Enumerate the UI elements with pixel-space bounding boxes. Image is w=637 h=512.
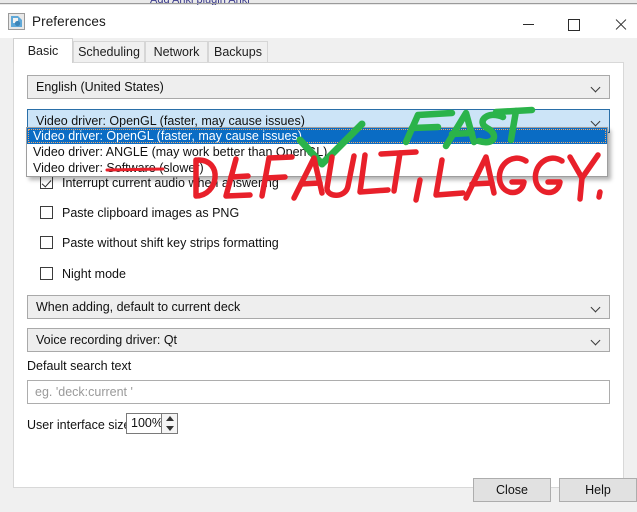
minimize-icon	[522, 24, 534, 25]
user-interface-size-spinbox[interactable]: 100%	[126, 413, 178, 434]
default-deck-combobox-value: When adding, default to current deck	[36, 300, 241, 314]
spinbox-buttons[interactable]	[161, 414, 177, 433]
spin-up-icon[interactable]	[162, 414, 177, 423]
tab-scheduling[interactable]: Scheduling	[73, 41, 145, 62]
close-button[interactable]: Close	[473, 478, 551, 502]
checkbox-night-mode[interactable]	[40, 267, 53, 280]
voice-recording-combobox-value: Voice recording driver: Qt	[36, 333, 178, 347]
language-combobox[interactable]: English (United States)	[27, 75, 610, 99]
title-bar: Preferences	[0, 5, 637, 38]
user-interface-size-label: User interface size	[27, 418, 131, 432]
tab-basic[interactable]: Basic	[13, 38, 73, 63]
chevron-down-icon	[592, 84, 600, 92]
tab-strip: Basic Scheduling Network Backups	[0, 38, 637, 63]
chevron-down-icon	[592, 118, 600, 126]
maximize-icon	[568, 18, 580, 31]
chevron-down-icon	[592, 337, 600, 345]
dropdown-option-angle[interactable]: Video driver: ANGLE (may work better tha…	[27, 144, 607, 160]
checkbox-label-paste-strips-formatting: Paste without shift key strips formattin…	[62, 236, 279, 250]
checkbox-interrupt-audio[interactable]	[40, 176, 53, 189]
preferences-window: Add Anki plugin Anki Preferences Basic S…	[0, 0, 637, 512]
minimize-button[interactable]	[505, 10, 551, 39]
default-search-text-input[interactable]	[27, 380, 610, 404]
video-driver-dropdown-popup[interactable]: Video driver: OpenGL (faster, may cause …	[26, 127, 608, 177]
dropdown-option-opengl[interactable]: Video driver: OpenGL (faster, may cause …	[27, 128, 607, 144]
help-button[interactable]: Help	[559, 478, 637, 502]
spin-down-icon[interactable]	[162, 424, 177, 433]
checkbox-label-interrupt-audio: Interrupt current audio when answering	[62, 176, 279, 190]
checkbox-label-night-mode: Night mode	[62, 267, 126, 281]
tab-network[interactable]: Network	[145, 41, 208, 62]
dropdown-option-software[interactable]: Video driver: Software (slower)	[27, 160, 607, 176]
checkbox-paste-strips-formatting[interactable]	[40, 236, 53, 249]
checkbox-paste-png[interactable]	[40, 206, 53, 219]
background-rule	[0, 3, 637, 4]
close-window-button[interactable]	[597, 10, 637, 39]
default-search-text-label: Default search text	[27, 359, 132, 373]
checkbox-label-paste-png: Paste clipboard images as PNG	[62, 206, 240, 220]
default-deck-combobox[interactable]: When adding, default to current deck	[27, 295, 610, 319]
tab-backups[interactable]: Backups	[208, 41, 268, 62]
voice-recording-combobox[interactable]: Voice recording driver: Qt	[27, 328, 610, 352]
user-interface-size-value: 100%	[131, 416, 163, 430]
maximize-button[interactable]	[551, 10, 597, 39]
tab-panel-basic: English (United States) Video driver: Op…	[13, 62, 624, 488]
close-icon	[615, 19, 626, 30]
chevron-down-icon	[592, 304, 600, 312]
window-title: Preferences	[32, 14, 106, 29]
language-combobox-value: English (United States)	[36, 80, 164, 94]
preferences-app-icon	[8, 13, 25, 30]
